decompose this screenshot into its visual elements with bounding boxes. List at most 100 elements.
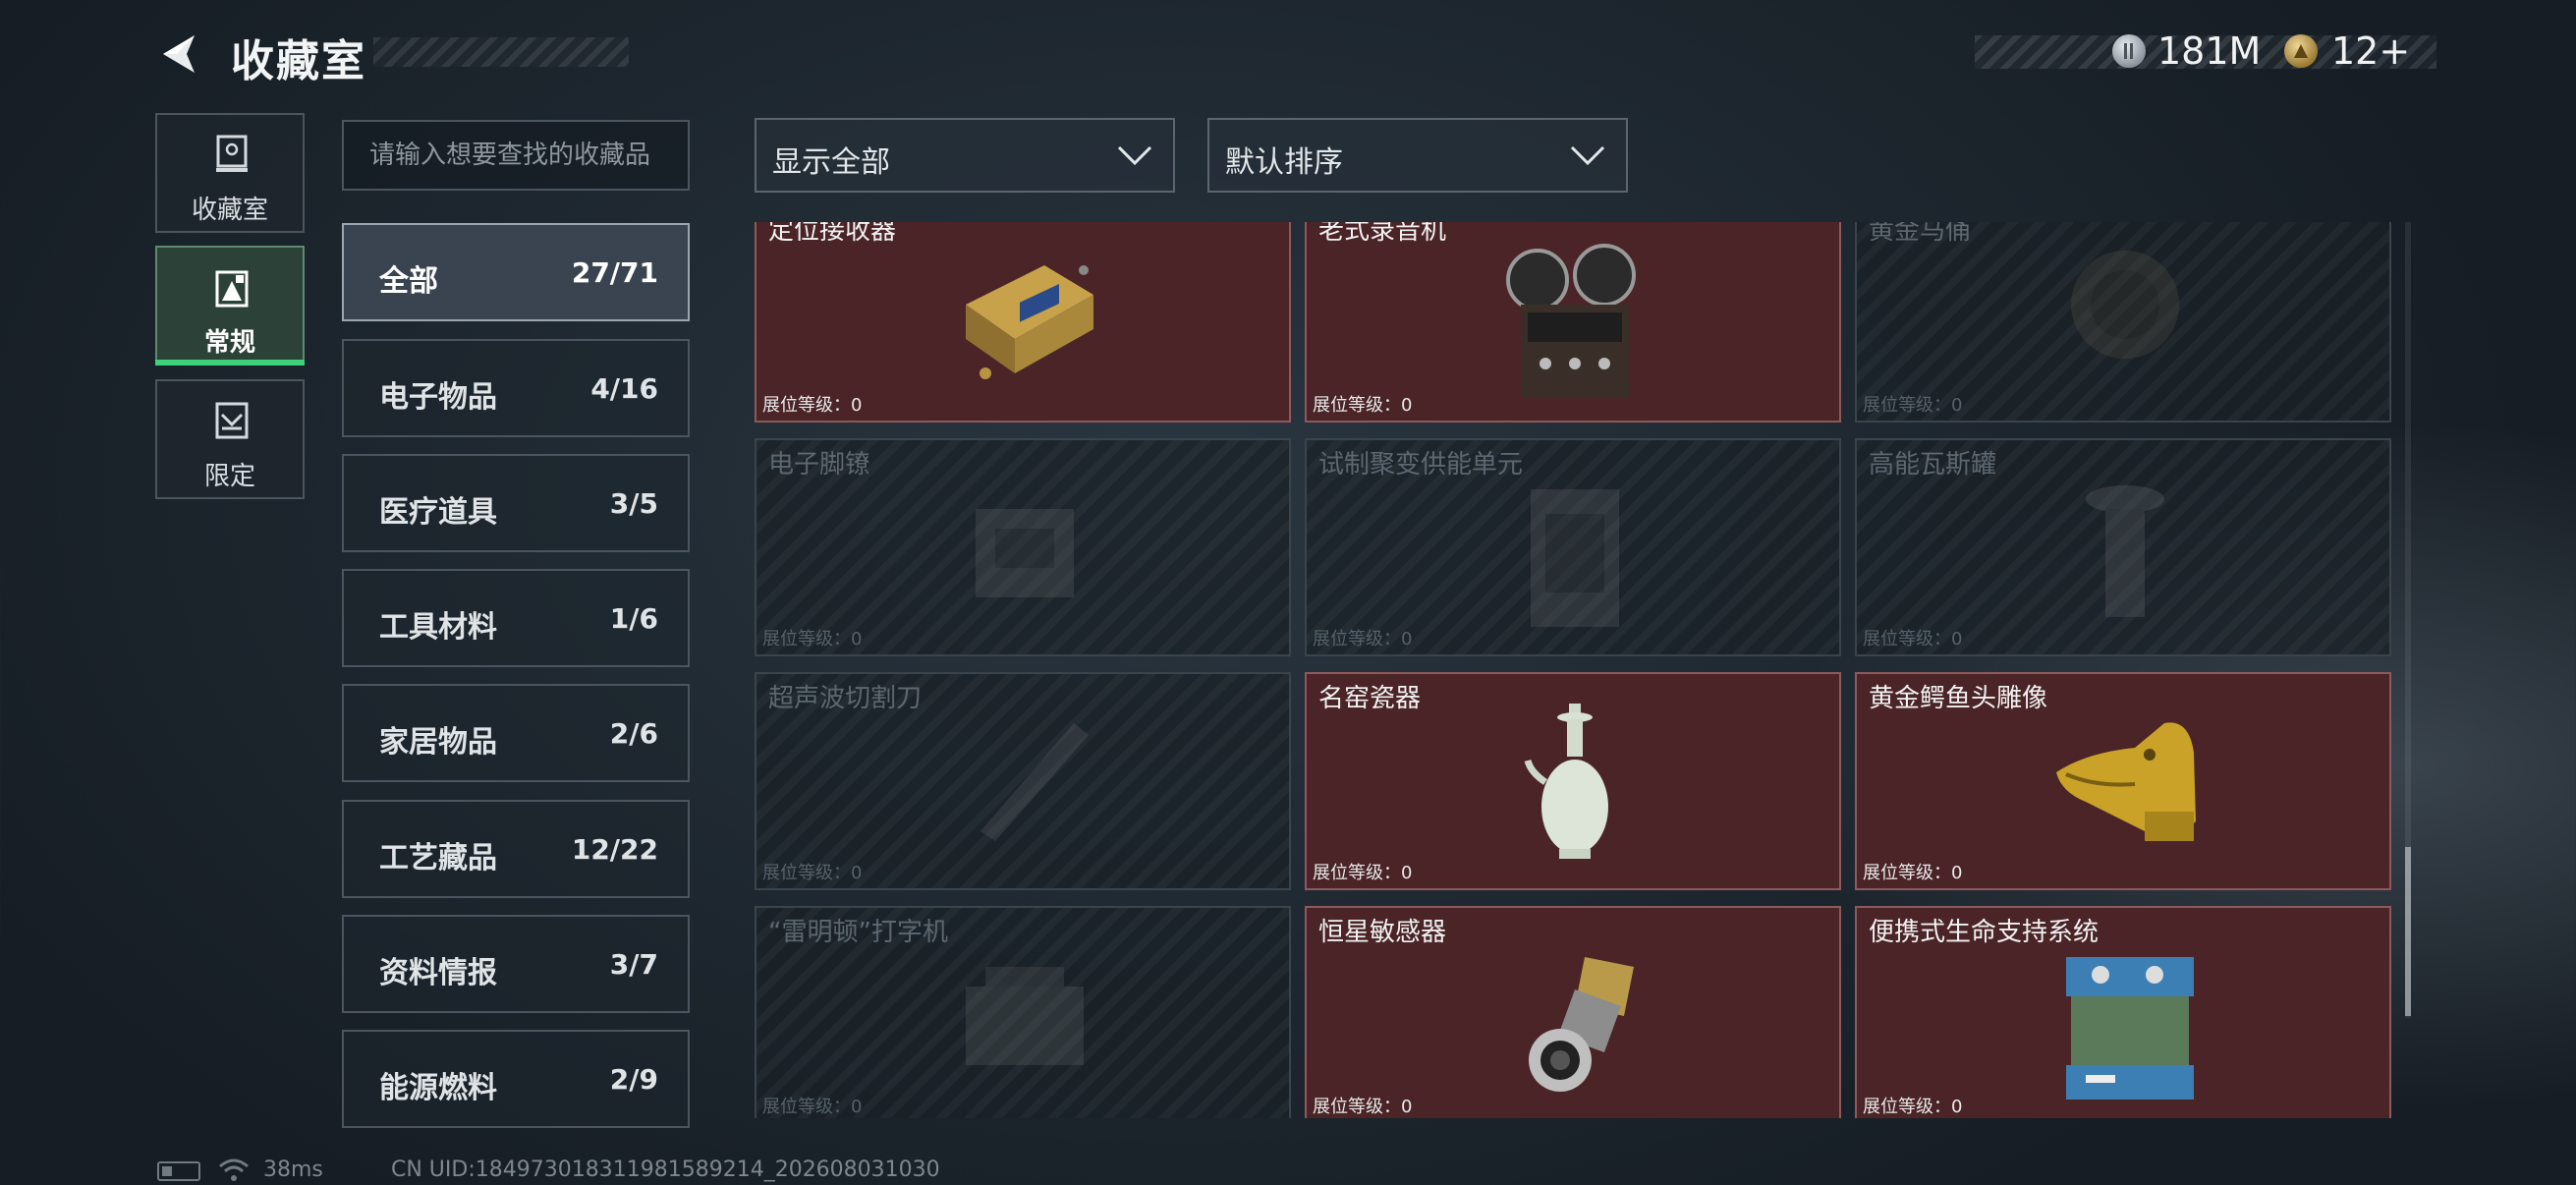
scrollbar-thumb[interactable]: [2405, 847, 2411, 1016]
booth-level: 展位等级：0: [1863, 629, 1963, 649]
item-name: “雷明顿”打字机: [768, 918, 948, 947]
life-support-icon: [2027, 928, 2223, 1104]
category-name: 家居物品: [379, 725, 497, 760]
item-card[interactable]: 定位接收器 展位等级：0: [755, 222, 1291, 423]
silver-coin-icon: [2112, 34, 2146, 68]
item-name: 超声波切割刀: [768, 684, 923, 713]
booth-level: 展位等级：0: [1313, 863, 1413, 883]
nav-regular[interactable]: 常规: [155, 246, 305, 366]
category-household[interactable]: 家居物品 2/6: [342, 684, 690, 782]
currency-gold-value: 12+: [2331, 29, 2411, 73]
reel-recorder-icon: [1477, 226, 1673, 403]
search-input[interactable]: [342, 120, 690, 191]
category-name: 工艺藏品: [379, 841, 497, 875]
item-card[interactable]: 便携式生命支持系统 展位等级：0: [1855, 906, 2391, 1118]
category-count: 2/9: [609, 1063, 658, 1096]
gas-canister-icon: [2027, 460, 2223, 637]
gold-crocodile-head-icon: [2027, 694, 2223, 871]
item-card[interactable]: 黄金鳄鱼头雕像 展位等级：0: [1855, 672, 2391, 890]
category-tools[interactable]: 工具材料 1/6: [342, 569, 690, 667]
item-card[interactable]: 高能瓦斯罐 展位等级：0: [1855, 438, 2391, 656]
item-name: 老式录音机: [1318, 222, 1447, 246]
nav-collection-room[interactable]: 收藏室: [155, 113, 305, 233]
booth-level: 展位等级：0: [762, 863, 863, 883]
sort-value: 默认排序: [1225, 145, 1343, 180]
display-filter-dropdown[interactable]: 显示全部: [755, 118, 1175, 193]
category-count: 3/5: [609, 487, 658, 520]
item-card[interactable]: 黄金马俑 展位等级：0: [1855, 222, 2391, 423]
porcelain-vase-icon: [1477, 694, 1673, 871]
item-card[interactable]: 恒星敏感器 展位等级：0: [1305, 906, 1841, 1118]
wifi-icon: [218, 1157, 250, 1184]
relic-icon: [2027, 226, 2223, 403]
category-count: 12/22: [571, 833, 658, 866]
collection-cabinet-icon: [214, 135, 250, 174]
category-count: 4/16: [590, 372, 658, 405]
display-filter-value: 显示全部: [772, 145, 890, 180]
item-card[interactable]: 名窑瓷器 展位等级：0: [1305, 672, 1841, 890]
ping-value: 38ms: [263, 1157, 323, 1182]
item-name: 电子脚镣: [768, 450, 871, 480]
item-name: 名窑瓷器: [1318, 684, 1422, 713]
booth-level: 展位等级：0: [1313, 1097, 1413, 1117]
limited-icon: [214, 401, 250, 440]
booth-level: 展位等级：0: [762, 1097, 863, 1117]
item-card[interactable]: 电子脚镣 展位等级：0: [755, 438, 1291, 656]
regular-chart-icon: [214, 269, 250, 309]
category-count: 27/71: [571, 256, 658, 289]
fusion-unit-icon: [1477, 460, 1673, 637]
category-intel[interactable]: 资料情报 3/7: [342, 915, 690, 1013]
category-count: 1/6: [609, 602, 658, 635]
nav-label: 收藏室: [191, 196, 268, 225]
booth-level: 展位等级：0: [1863, 1097, 1963, 1117]
category-count: 2/6: [609, 717, 658, 750]
ultrasonic-cutter-icon: [926, 694, 1123, 871]
booth-level: 展位等级：0: [762, 395, 863, 416]
booth-level: 展位等级：0: [762, 629, 863, 649]
sort-dropdown[interactable]: 默认排序: [1207, 118, 1628, 193]
category-name: 工具材料: [379, 610, 497, 645]
chevron-down-icon: [1116, 143, 1153, 167]
locator-receiver-icon: [926, 226, 1123, 403]
item-card[interactable]: 老式录音机 展位等级：0: [1305, 222, 1841, 423]
category-electronics[interactable]: 电子物品 4/16: [342, 339, 690, 437]
nav-label: 限定: [203, 462, 255, 491]
nav-label: 常规: [203, 328, 255, 358]
collection-grid[interactable]: 定位接收器 展位等级：0 老式录音机 展位等级：0 黄金马俑 展位等级：0 电子…: [753, 222, 2393, 1118]
star-sensor-icon: [1477, 928, 1673, 1104]
category-name: 全部: [379, 264, 438, 299]
category-name: 电子物品: [379, 380, 497, 415]
booth-level: 展位等级：0: [1313, 395, 1413, 416]
back-arrow-icon[interactable]: [155, 29, 204, 79]
nav-limited[interactable]: 限定: [155, 379, 305, 499]
category-fuel[interactable]: 能源燃料 2/9: [342, 1030, 690, 1128]
chevron-down-icon: [1569, 143, 1606, 167]
category-crafts[interactable]: 工艺藏品 12/22: [342, 800, 690, 898]
booth-level: 展位等级：0: [1863, 395, 1963, 416]
item-name: 黄金马俑: [1869, 222, 1972, 246]
active-indicator: [155, 360, 305, 366]
category-name: 资料情报: [379, 956, 497, 990]
category-medical[interactable]: 医疗道具 3/5: [342, 454, 690, 552]
category-all[interactable]: 全部 27/71: [342, 223, 690, 321]
electronic-anklet-icon: [926, 460, 1123, 637]
gold-coin-icon: [2284, 34, 2318, 68]
category-name: 能源燃料: [379, 1071, 497, 1105]
typewriter-icon: [926, 928, 1123, 1104]
category-count: 3/7: [609, 948, 658, 981]
booth-level: 展位等级：0: [1313, 629, 1413, 649]
booth-level: 展位等级：0: [1863, 863, 1963, 883]
item-name: 定位接收器: [768, 222, 897, 246]
item-card[interactable]: 试制聚变供能单元 展位等级：0: [1305, 438, 1841, 656]
page-title: 收藏室: [231, 36, 366, 86]
item-name: 高能瓦斯罐: [1869, 450, 1997, 480]
battery-icon: [157, 1161, 200, 1181]
category-name: 医疗道具: [379, 495, 497, 530]
item-card[interactable]: 超声波切割刀 展位等级：0: [755, 672, 1291, 890]
item-name: 恒星敏感器: [1318, 918, 1447, 947]
user-uid: CN UID:18497301831198158​9214_2026080310…: [391, 1157, 940, 1182]
item-card[interactable]: “雷明顿”打字机 展位等级：0: [755, 906, 1291, 1118]
item-name: 黄金鳄鱼头雕像: [1869, 684, 2048, 713]
currency-silver-value: 181M: [2157, 29, 2262, 73]
title-decoration: [373, 37, 629, 67]
